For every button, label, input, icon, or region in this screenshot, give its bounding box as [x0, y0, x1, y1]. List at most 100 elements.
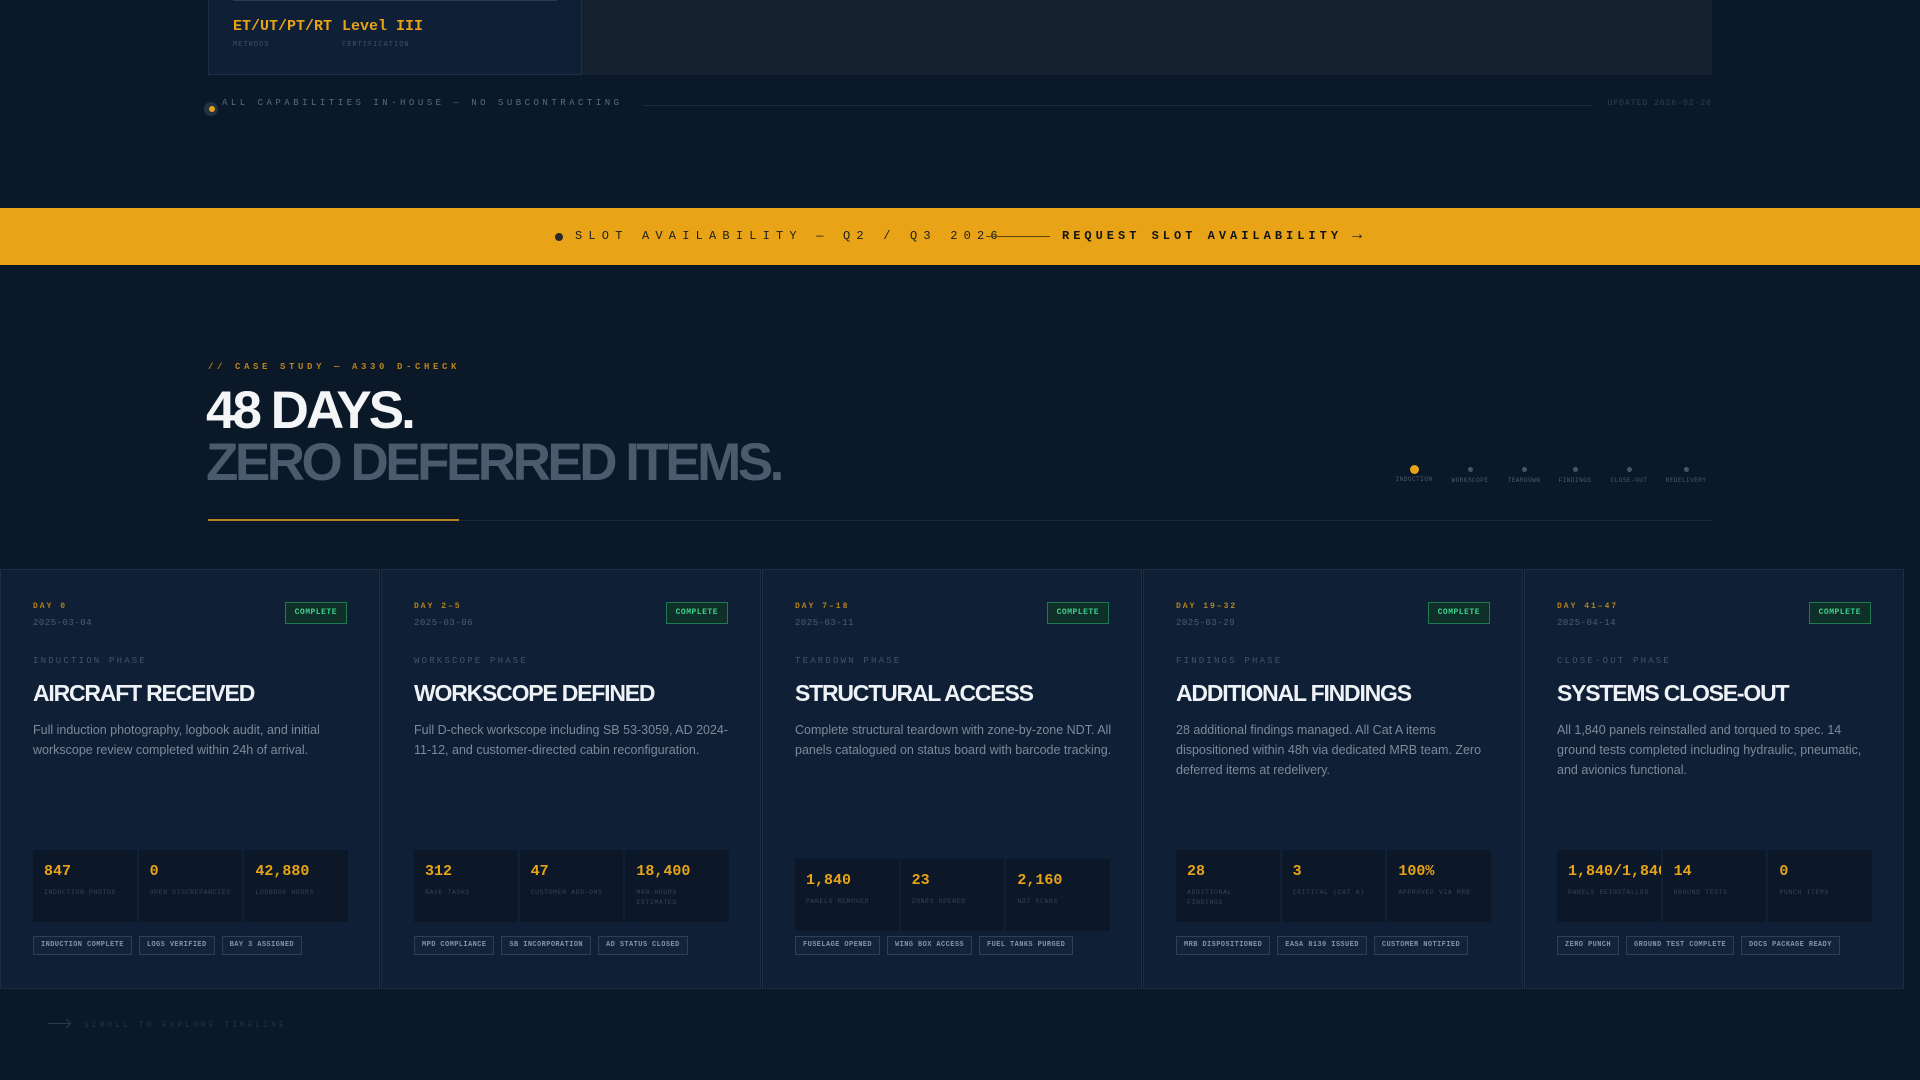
- step-dot-icon: [1572, 467, 1578, 472]
- timeline-card[interactable]: DAY 41–47 2025-04-14 COMPLETE CLOSE-OUT PHA…: [1524, 569, 1904, 989]
- stat-value: 3: [1292, 863, 1302, 880]
- card-phase: INDUCTION PHASE: [33, 656, 148, 666]
- card-tags: MRB DISPOSITIONED EASA 8130 ISSUED CUSTOME…: [1176, 936, 1469, 955]
- case-study-eyebrow: // CASE STUDY — A330 D-CHECK: [208, 362, 461, 372]
- stat-cell: 1,840 PANELS REMOVED: [795, 859, 899, 931]
- stat-value: 14: [1673, 863, 1692, 880]
- timeline-card[interactable]: DAY 2–5 2025-03-06 COMPLETE WORKSCOPE PHASE…: [381, 569, 761, 989]
- stat-label: PUNCH ITEMS: [1779, 889, 1829, 896]
- card-description: 28 additional findings managed. All Cat …: [1176, 723, 1482, 777]
- stat-cell: 0 PUNCH ITEMS: [1768, 850, 1873, 922]
- step-label: WORKSCOPE: [1451, 477, 1489, 484]
- timeline-step-close-out[interactable]: CLOSE-OUT: [1599, 464, 1659, 484]
- headline-secondary: ZERO DEFERRED ITEMS.: [206, 433, 784, 492]
- card-tag: MPD COMPLIANCE: [414, 936, 495, 955]
- stat-cell: 18,400 MAN-HOURS ESTIMATED: [625, 850, 730, 922]
- arrow-right-icon[interactable]: →: [1349, 226, 1365, 244]
- step-dot-icon: [1683, 467, 1689, 472]
- divider: [233, 0, 557, 1]
- stat-label: ADDITIONAL FINDINGS: [1187, 889, 1233, 906]
- timeline-stepper: INDUCTION WORKSCOPE TEARDOWN FINDINGS CLOSE-…: [1384, 464, 1706, 488]
- status-badge: COMPLETE: [1427, 602, 1490, 624]
- timeline-card[interactable]: DAY 0 2025-03-04 COMPLETE INDUCTION PHASE AI…: [0, 569, 380, 989]
- card-tag: ZERO PUNCH: [1557, 936, 1620, 955]
- card-tag: WING BOX ACCESS: [887, 936, 973, 955]
- card-day: DAY 19–32: [1176, 602, 1238, 611]
- stat-cell: 312 BASE TASKS: [414, 850, 518, 922]
- stat-value: 28: [1187, 863, 1206, 880]
- card-stats: 1,840/1,840 PANELS REINSTALLED 14 GROUND TE…: [1557, 850, 1873, 922]
- stat-value: 847: [44, 863, 72, 880]
- card-day: DAY 41–47: [1557, 602, 1619, 611]
- card-title: ADDITIONAL FINDINGS: [1176, 680, 1412, 706]
- stat-value: 1,840/1,840: [1568, 863, 1661, 880]
- headline-primary: 48 DAYS.: [206, 381, 416, 440]
- card-tag: FUEL TANKS PURGED: [979, 936, 1074, 955]
- status-dot-icon: [204, 102, 218, 116]
- stat-value: 18,400: [636, 863, 691, 880]
- card-title: SYSTEMS CLOSE-OUT: [1557, 680, 1790, 706]
- methods-stat: ET/UT/PT/RT METHODS: [233, 18, 332, 49]
- updated-date: UPDATED 2026-02-26: [1607, 99, 1712, 108]
- step-dot-icon: [1467, 467, 1473, 472]
- stat-cell: 47 CUSTOMER ADD-ONS: [519, 850, 624, 922]
- capabilities-panel: ET/UT/PT/RT METHODS Level III CERTIFICAT…: [208, 0, 1712, 75]
- request-slot-link[interactable]: REQUEST SLOT AVAILABILITY: [1062, 229, 1342, 243]
- step-dot-icon: [1626, 467, 1632, 472]
- stat-label: CUSTOMER ADD-ONS: [530, 889, 603, 896]
- card-tag: CUSTOMER NOTIFIED: [1373, 936, 1469, 955]
- card-stats: 1,840 PANELS REMOVED 23 ZONES OPENED 2,160 ND…: [795, 859, 1111, 931]
- stat-label: GROUND TESTS: [1673, 889, 1728, 896]
- divider: [986, 236, 1050, 237]
- card-date: 2025-03-29: [1176, 618, 1236, 628]
- stat-label: CRITICAL (CAT A): [1292, 889, 1365, 896]
- timeline-step-findings[interactable]: FINDINGS: [1545, 464, 1605, 484]
- stat-value: 100%: [1398, 863, 1435, 880]
- status-badge: COMPLETE: [1808, 602, 1871, 624]
- timeline-card[interactable]: DAY 19–32 2025-03-29 COMPLETE FINDINGS PHAS…: [1143, 569, 1523, 989]
- status-badge: COMPLETE: [1046, 602, 1109, 624]
- timeline-step-workscope[interactable]: WORKSCOPE: [1440, 464, 1500, 484]
- status-badge: COMPLETE: [284, 602, 347, 624]
- stat-value: 47: [530, 863, 549, 880]
- card-day: DAY 0: [33, 602, 68, 611]
- card-day: DAY 7–18: [795, 602, 850, 611]
- stat-value: 312: [425, 863, 453, 880]
- methods-label: METHODS: [233, 41, 270, 49]
- stat-value: 42,880: [255, 863, 310, 880]
- stat-cell: 847 INDUCTION PHOTOS: [33, 850, 137, 922]
- stat-label: MAN-HOURS ESTIMATED: [636, 889, 677, 906]
- stat-label: INDUCTION PHOTOS: [44, 889, 117, 896]
- timeline-card[interactable]: DAY 7–18 2025-03-11 COMPLETE TEARDOWN PHASE…: [762, 569, 1142, 989]
- slot-availability-text: SLOT AVAILABILITY — Q2 / Q3 2026: [575, 229, 1004, 243]
- card-description: All 1,840 panels reinstalled and torqued…: [1557, 723, 1862, 777]
- stat-label: PANELS REINSTALLED: [1568, 889, 1650, 896]
- stat-value: 23: [911, 872, 930, 889]
- stat-label: APPROVED VIA MRB: [1398, 889, 1471, 896]
- stat-cell: 42,880 LOGBOOK HOURS: [244, 850, 349, 922]
- stat-label: LOGBOOK HOURS: [255, 889, 314, 896]
- card-tag: EASA 8130 ISSUED: [1277, 936, 1367, 955]
- card-tag: INDUCTION COMPLETE: [33, 936, 132, 955]
- stat-cell: 1,840/1,840 PANELS REINSTALLED: [1557, 850, 1661, 922]
- step-label: FINDINGS: [1558, 477, 1592, 484]
- stat-value: 0: [1779, 863, 1789, 880]
- card-stats: 28 ADDITIONAL FINDINGS 3 CRITICAL (CAT A) 10…: [1176, 850, 1492, 922]
- stat-cell: 28 ADDITIONAL FINDINGS: [1176, 850, 1280, 922]
- card-title: STRUCTURAL ACCESS: [795, 680, 1034, 706]
- card-tag: FUSELAGE OPENED: [795, 936, 881, 955]
- stat-cell: 14 GROUND TESTS: [1662, 850, 1767, 922]
- stat-value: 2,160: [1017, 872, 1063, 889]
- scroll-hint: SCROLL TO EXPLORE TIMELINE: [84, 1021, 287, 1030]
- card-title: AIRCRAFT RECEIVED: [33, 680, 255, 706]
- card-date: 2025-03-04: [33, 618, 93, 628]
- stat-label: BASE TASKS: [425, 889, 471, 896]
- card-tag: GROUND TEST COMPLETE: [1626, 936, 1735, 955]
- card-title: WORKSCOPE DEFINED: [414, 680, 655, 706]
- arrow-right-icon: [48, 1017, 72, 1029]
- timeline-step-redelivery[interactable]: REDELIVERY: [1656, 464, 1716, 484]
- timeline-step-induction[interactable]: INDUCTION: [1384, 464, 1444, 483]
- step-label: REDELIVERY: [1665, 477, 1707, 484]
- card-day: DAY 2–5: [414, 602, 462, 611]
- step-dot-icon: [1409, 465, 1419, 474]
